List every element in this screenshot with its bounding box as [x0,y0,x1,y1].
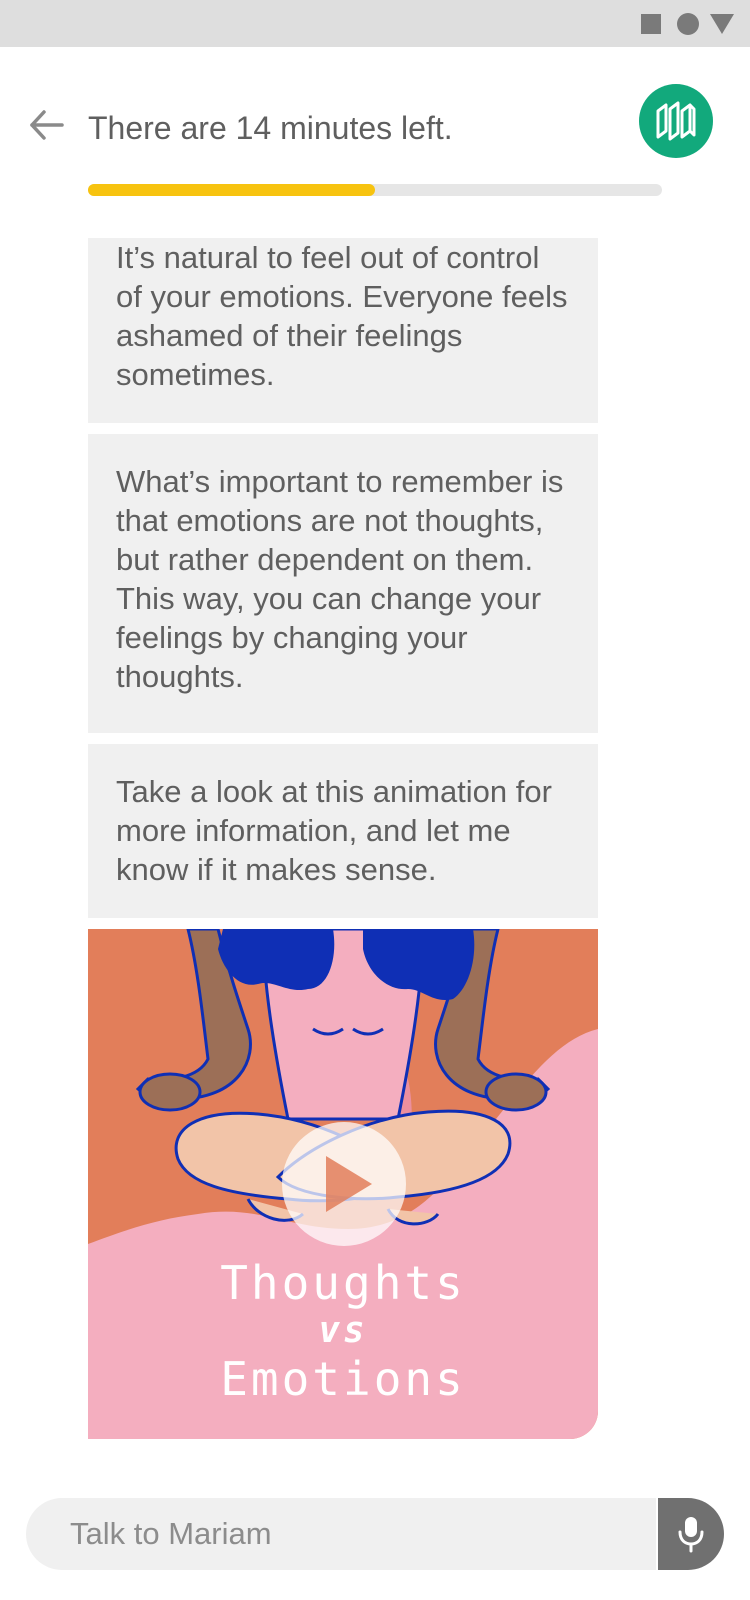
session-time-title: There are 14 minutes left. [88,110,453,146]
system-status-bar [0,0,750,47]
video-title-line: Emotions [220,1352,466,1406]
back-button[interactable] [28,108,68,148]
avatar[interactable] [639,84,713,158]
triangle-down-icon[interactable] [710,14,734,34]
microphone-button[interactable] [658,1498,724,1570]
progress-fill [88,184,375,196]
message-bubble: Take a look at this animation for more i… [88,744,598,918]
brand-logo-icon [656,101,696,141]
progress-bar [88,184,662,196]
message-input[interactable] [26,1498,656,1570]
microphone-icon [678,1517,704,1553]
video-title: Thoughts vs Emotions [88,1259,598,1403]
video-card[interactable]: Thoughts vs Emotions [88,929,598,1439]
arrow-left-icon [30,110,64,140]
message-composer [26,1498,724,1570]
video-title-line: vs [318,1310,368,1351]
play-button[interactable] [282,1122,406,1246]
video-title-line: Thoughts [220,1256,466,1310]
chat-thread: It’s natural to feel out of control of y… [88,238,598,1439]
message-bubble: What’s important to remember is that emo… [88,434,598,733]
circle-icon[interactable] [677,13,699,35]
square-icon[interactable] [641,14,661,34]
message-bubble: It’s natural to feel out of control of y… [88,238,598,423]
